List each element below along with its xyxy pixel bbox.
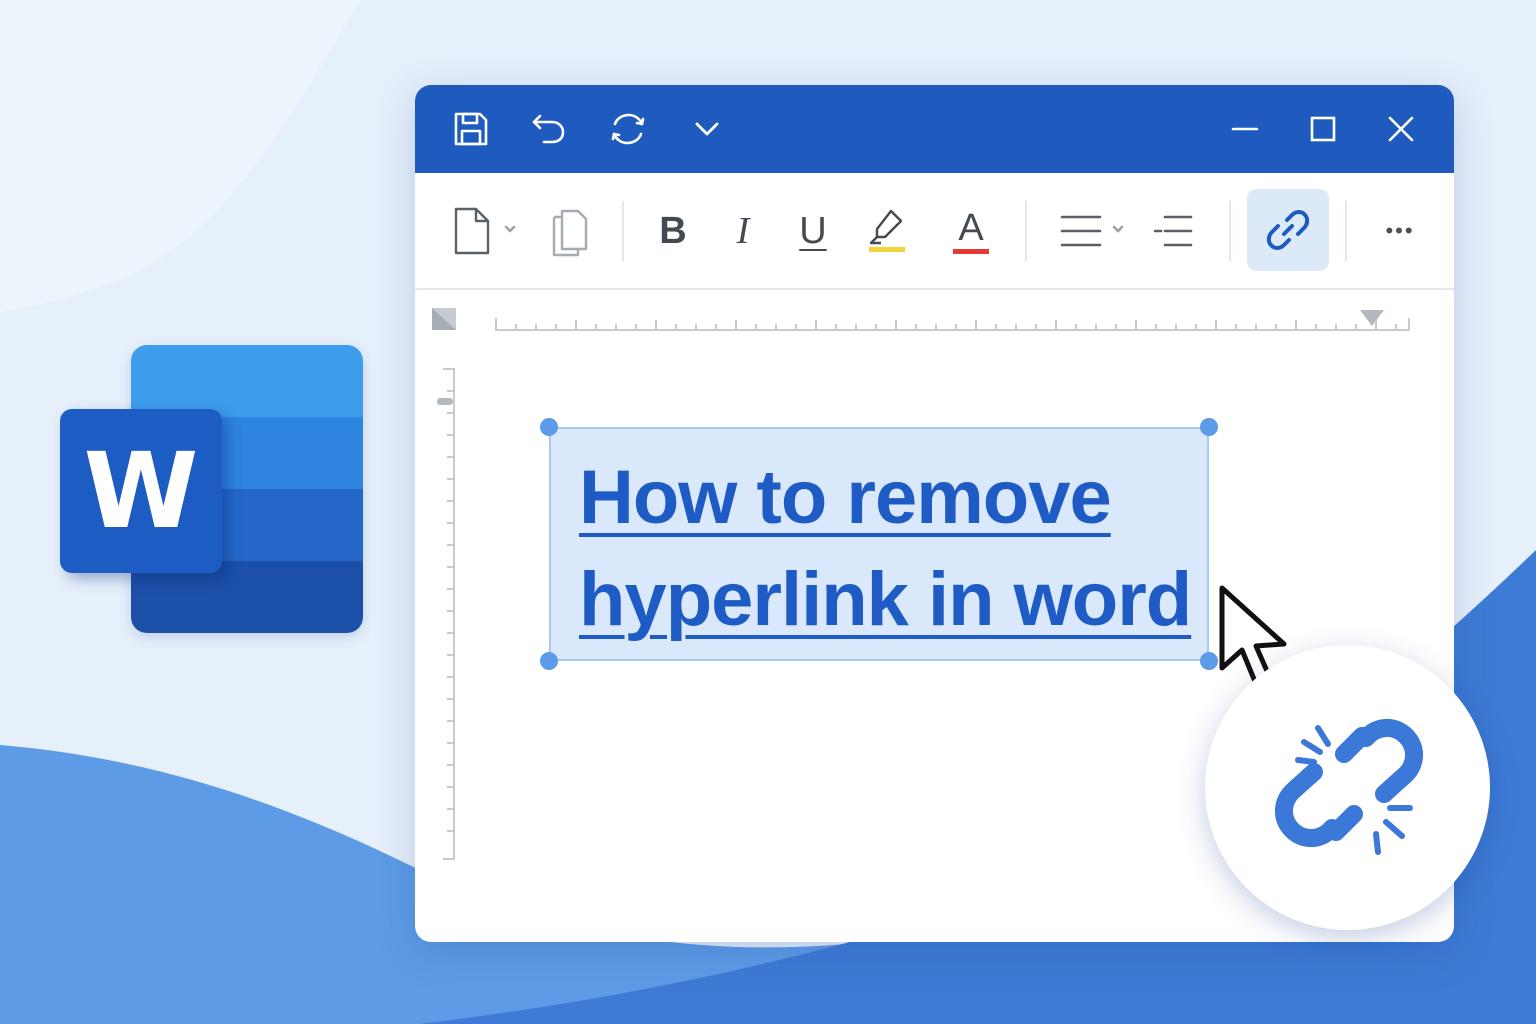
- ruler-marker: [437, 398, 453, 405]
- right-indent-marker: [1360, 310, 1384, 326]
- bold-icon: B: [659, 209, 687, 252]
- broken-link-icon: [1274, 718, 1423, 855]
- link-icon: [1266, 210, 1310, 250]
- more-options-button[interactable]: •••: [1370, 191, 1430, 271]
- ribbon-separator: [1229, 201, 1231, 261]
- horizontal-ruler: [495, 310, 1410, 331]
- font-color-button[interactable]: A: [943, 191, 999, 271]
- font-color-swatch: [953, 248, 989, 254]
- copy-document-button[interactable]: [541, 191, 595, 271]
- ruler-tab-selector[interactable]: [431, 307, 459, 331]
- undo-icon[interactable]: [529, 109, 569, 149]
- ribbon-toolbar: B I U A •••: [415, 173, 1454, 290]
- list-button[interactable]: [1145, 191, 1201, 271]
- save-icon[interactable]: [451, 109, 491, 149]
- close-icon[interactable]: [1381, 109, 1421, 149]
- highlighter-icon: [869, 209, 905, 252]
- font-color-icon: A: [958, 206, 984, 249]
- minimize-icon[interactable]: [1225, 109, 1265, 149]
- word-logo: W: [58, 345, 368, 637]
- bold-button[interactable]: B: [645, 191, 701, 271]
- more-icon: •••: [1385, 218, 1415, 243]
- underline-button[interactable]: U: [785, 191, 841, 271]
- customize-dropdown-icon[interactable]: [687, 109, 727, 149]
- redo-icon[interactable]: [608, 109, 648, 149]
- italic-button[interactable]: I: [715, 191, 771, 271]
- new-document-icon: [454, 207, 516, 255]
- link-button[interactable]: [1247, 189, 1329, 271]
- ribbon-separator: [1025, 201, 1027, 261]
- vertical-ruler: [437, 368, 455, 860]
- highlight-button[interactable]: [859, 191, 915, 271]
- new-document-button[interactable]: [445, 191, 523, 271]
- headline-line-2: hyperlink in word: [579, 557, 1192, 642]
- align-button[interactable]: [1053, 191, 1129, 271]
- selection-handle[interactable]: [540, 652, 558, 670]
- maximize-icon[interactable]: [1303, 109, 1343, 149]
- copy-document-icon: [552, 209, 588, 257]
- title-bar: [415, 85, 1454, 173]
- selection-handle[interactable]: [1200, 652, 1218, 670]
- ribbon-separator: [1345, 201, 1347, 261]
- broken-link-badge: [1205, 645, 1490, 930]
- hyperlink-text[interactable]: How to remove hyperlink in word: [579, 447, 1219, 651]
- selection-handle[interactable]: [540, 418, 558, 436]
- selection-handle[interactable]: [1200, 418, 1218, 436]
- underline-icon: U: [799, 209, 827, 252]
- ribbon-separator: [622, 201, 624, 261]
- align-icon: [1060, 215, 1124, 247]
- word-logo-letter: W: [60, 409, 222, 573]
- list-icon: [1153, 215, 1193, 247]
- headline-line-1: How to remove: [579, 455, 1112, 540]
- italic-icon: I: [736, 210, 750, 252]
